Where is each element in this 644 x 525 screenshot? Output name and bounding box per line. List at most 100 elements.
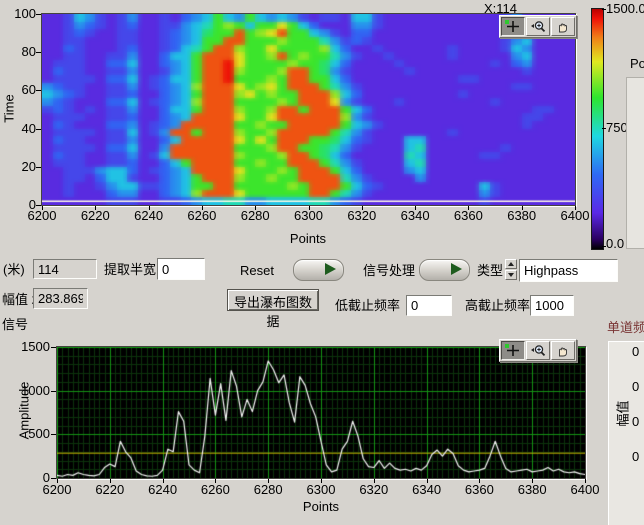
y-tick-label: 0: [4, 198, 36, 211]
right-panel-tick-label: 0: [632, 380, 639, 393]
y-tick-mark: [51, 478, 56, 479]
type-input[interactable]: [519, 259, 618, 282]
x-tick-label: 6280: [246, 483, 290, 496]
right-panel-tick-label: 0: [632, 450, 639, 463]
x-tick-mark: [215, 479, 216, 483]
hand-icon: [555, 344, 571, 357]
x-tick-mark: [427, 479, 428, 483]
zoom-tool-button[interactable]: [526, 17, 550, 36]
halfwidth-input[interactable]: [157, 258, 205, 280]
x-tick-label: 6240: [141, 483, 185, 496]
y-tick-mark: [51, 347, 56, 348]
x-tick-mark: [163, 479, 164, 483]
x-tick-mark: [309, 206, 310, 210]
x-tick-mark: [362, 206, 363, 210]
x-tick-mark: [522, 206, 523, 210]
pan-tool-button[interactable]: [551, 341, 575, 360]
graph-palette-bottom: [499, 339, 577, 362]
clipped-spectrum-panel: [608, 341, 644, 525]
export-waterfall-button[interactable]: 导出瀑布图数据: [227, 289, 319, 311]
y-tick-mark: [36, 129, 41, 130]
magnifier-icon: [530, 344, 546, 357]
spinner-up-button[interactable]: [505, 259, 517, 269]
color-scale-min-label: 0.0: [606, 237, 624, 250]
magnifier-icon: [530, 20, 546, 33]
signal-label: 信号: [2, 318, 28, 331]
process-led-button[interactable]: [419, 259, 470, 281]
x-tick-mark: [110, 479, 111, 483]
y-tick-label: 80: [4, 45, 36, 58]
crosshair-tool-button[interactable]: [501, 341, 525, 360]
y-tick-label: 1000: [8, 384, 50, 397]
y-tick-mark: [36, 90, 41, 91]
x-tick-label: 6360: [446, 209, 490, 222]
clipped-right-control: [626, 77, 644, 249]
amp2-value-field: [33, 288, 88, 309]
x-tick-label: 6260: [193, 483, 237, 496]
labview-front-panel: X:114 Time Points 1500.0: [0, 0, 644, 525]
x-tick-mark: [57, 479, 58, 483]
intensity-graph-frame: [41, 13, 576, 206]
reset-led-button[interactable]: [293, 259, 344, 281]
x-tick-label: 6340: [393, 209, 437, 222]
points-axis-label-top: Points: [278, 232, 338, 245]
x-tick-mark: [479, 479, 480, 483]
y-tick-label: 500: [8, 427, 50, 440]
y-tick-mark: [36, 14, 41, 15]
zoom-tool-button[interactable]: [526, 341, 550, 360]
x-tick-label: 6220: [88, 483, 132, 496]
color-scale-tick: [602, 9, 606, 10]
y-tick-mark: [36, 205, 41, 206]
time-axis-label: Time: [3, 69, 16, 149]
signal-graph-plot[interactable]: [57, 347, 585, 478]
x-tick-label: 6320: [352, 483, 396, 496]
x-tick-mark: [202, 206, 203, 210]
clipped-points-label: Po: [630, 57, 644, 70]
spinner-down-button[interactable]: [505, 270, 517, 280]
x-tick-mark: [149, 206, 150, 210]
crosshair-tool-button[interactable]: [501, 17, 525, 36]
x-tick-mark: [95, 206, 96, 210]
right-panel-tick-label: 0: [632, 345, 639, 358]
green-arrow-icon: [451, 263, 462, 275]
crosshair-icon: [505, 20, 521, 33]
low-cutoff-input[interactable]: [406, 295, 452, 316]
process-label: 信号处理: [363, 264, 415, 277]
y-tick-mark: [51, 434, 56, 435]
crosshair-icon: [505, 344, 521, 357]
y-tick-label: 20: [4, 160, 36, 173]
y-tick-label: 100: [4, 7, 36, 20]
x-tick-label: 6360: [457, 483, 501, 496]
y-tick-label: 40: [4, 122, 36, 135]
x-tick-mark: [575, 206, 576, 210]
x-tick-mark: [42, 206, 43, 210]
graph-palette-top: [499, 15, 577, 38]
x-tick-mark: [374, 479, 375, 483]
x-tick-mark: [468, 206, 469, 210]
meter-label: (米): [3, 263, 25, 276]
x-tick-mark: [532, 479, 533, 483]
y-tick-label: 60: [4, 83, 36, 96]
high-cutoff-input[interactable]: [530, 295, 574, 316]
type-label: 类型: [477, 264, 503, 277]
amplitude-axis-label: Amplitude: [18, 366, 31, 456]
high-cutoff-label: 高截止频率: [465, 299, 530, 312]
low-cutoff-label: 低截止频率: [335, 299, 400, 312]
y-tick-label: 1500: [8, 340, 50, 353]
meter-value-field: [33, 259, 97, 279]
x-tick-mark: [321, 479, 322, 483]
reset-label: Reset: [240, 264, 274, 277]
green-arrow-icon: [325, 263, 336, 275]
x-tick-label: 6220: [73, 209, 117, 222]
x-tick-label: 6380: [500, 209, 544, 222]
intensity-graph-plot[interactable]: [42, 14, 575, 205]
x-tick-label: 6340: [405, 483, 449, 496]
x-tick-label: 6300: [299, 483, 343, 496]
color-scale-tick: [602, 128, 606, 129]
x-tick-label: 6380: [510, 483, 554, 496]
x-tick-label: 6200: [35, 483, 79, 496]
x-tick-label: 6260: [180, 209, 224, 222]
points-axis-label-bottom: Points: [291, 500, 351, 513]
x-tick-label: 6400: [553, 209, 597, 222]
pan-tool-button[interactable]: [551, 17, 575, 36]
